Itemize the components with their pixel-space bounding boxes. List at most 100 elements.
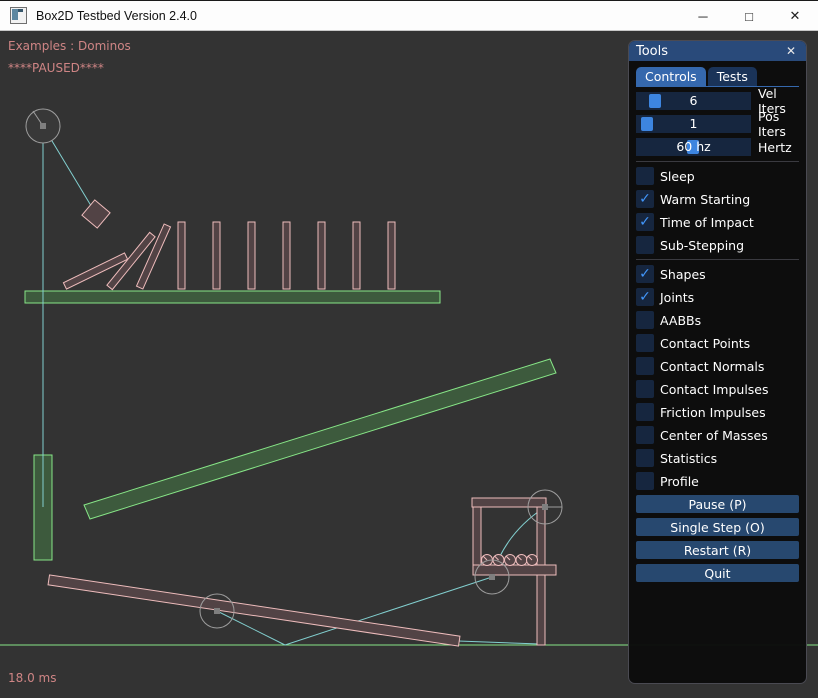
checkbox-label: Sub-Stepping — [660, 238, 744, 253]
frame-left-post — [473, 499, 481, 570]
paused-status: ****PAUSED**** — [8, 61, 104, 75]
checkbox-label: Statistics — [660, 451, 717, 466]
draw-checkbox-group: ✓ Shapes ✓ Joints AABBs Contact Points Contact… — [636, 265, 799, 490]
tools-panel-titlebar[interactable]: Tools ✕ — [629, 41, 806, 61]
checkbox-contact-impulses[interactable] — [636, 380, 654, 398]
checkbox-row-center-of-masses: Center of Masses — [636, 426, 799, 444]
checkbox-joints[interactable]: ✓ — [636, 288, 654, 306]
joint-anchor-marker — [40, 123, 46, 129]
restart-r-button[interactable]: Restart (R) — [636, 541, 799, 559]
window-titlebar: Box2D Testbed Version 2.4.0 ─ □ ✕ — [0, 0, 818, 31]
checkbox-label: Contact Points — [660, 336, 750, 351]
slider-value: 6 — [636, 92, 751, 110]
quit-button[interactable]: Quit — [636, 564, 799, 582]
domino-standing-6 — [353, 222, 360, 289]
domino-standing-1 — [178, 222, 185, 289]
checkbox-row-profile: Profile — [636, 472, 799, 490]
checkbox-row-warm-starting: ✓ Warm Starting — [636, 190, 799, 208]
frame-structure-body[interactable] — [472, 498, 556, 645]
minimize-button[interactable]: ─ — [680, 1, 726, 31]
panel-close-icon[interactable]: ✕ — [783, 43, 799, 59]
close-button[interactable]: ✕ — [772, 1, 818, 31]
slider-track-pos-iters[interactable]: 1 — [636, 115, 751, 133]
domino-standing-7 — [388, 222, 395, 289]
action-button-group: Pause (P) Single Step (O) Restart (R) Quit — [636, 495, 799, 582]
slider-label: Hertz — [758, 140, 792, 155]
static-shelf — [25, 291, 440, 303]
app-icon — [10, 7, 27, 24]
slider-track-hertz[interactable]: 60 hz — [636, 138, 751, 156]
tab-tests[interactable]: Tests — [708, 67, 757, 86]
checkbox-contact-normals[interactable] — [636, 357, 654, 375]
application-window: { "window": { "title": "Box2D Testbed Ve… — [0, 0, 818, 698]
tools-panel-title: Tools — [636, 44, 783, 59]
joint-anchor-marker — [489, 574, 495, 580]
checkbox-label: Time of Impact — [660, 215, 754, 230]
checkbox-row-friction-impulses: Friction Impulses — [636, 403, 799, 421]
checkbox-friction-impulses[interactable] — [636, 403, 654, 421]
slider-row-vel-iters: 6Vel Iters — [636, 92, 799, 110]
checkmark-icon: ✓ — [639, 190, 651, 208]
maximize-button[interactable]: □ — [726, 1, 772, 31]
checkmark-icon: ✓ — [639, 288, 651, 306]
single-step-o-button[interactable]: Single Step (O) — [636, 518, 799, 536]
checkbox-label: Friction Impulses — [660, 405, 766, 420]
tab-controls[interactable]: Controls — [636, 67, 706, 86]
checkbox-label: Contact Impulses — [660, 382, 769, 397]
domino-standing-2 — [213, 222, 220, 289]
separator — [636, 161, 799, 162]
checkmark-icon: ✓ — [639, 213, 651, 231]
example-title: Examples : Dominos — [8, 39, 131, 53]
slider-label: Pos Iters — [758, 109, 799, 139]
frame-time-readout: 18.0 ms — [8, 671, 56, 685]
checkbox-row-contact-points: Contact Points — [636, 334, 799, 352]
checkbox-shapes[interactable]: ✓ — [636, 265, 654, 283]
domino-standing-3 — [248, 222, 255, 289]
seesaw-plank-body[interactable] — [48, 575, 460, 646]
checkbox-row-contact-impulses: Contact Impulses — [636, 380, 799, 398]
slider-row-pos-iters: 1Pos Iters — [636, 115, 799, 133]
checkbox-statistics[interactable] — [636, 449, 654, 467]
checkbox-profile[interactable] — [636, 472, 654, 490]
checkbox-label: AABBs — [660, 313, 701, 328]
domino-fallen-3 — [136, 224, 170, 289]
window-title: Box2D Testbed Version 2.4.0 — [36, 9, 197, 23]
joint-anchor-marker — [542, 504, 548, 510]
joint-line-ground-link — [458, 641, 540, 644]
checkbox-aabbs[interactable] — [636, 311, 654, 329]
checkbox-row-joints: ✓ Joints — [636, 288, 799, 306]
checkbox-warm-starting[interactable]: ✓ — [636, 190, 654, 208]
simulation-checkbox-group: Sleep ✓ Warm Starting ✓ Time of Impact Sub-St… — [636, 167, 799, 254]
checkbox-sub-stepping[interactable] — [636, 236, 654, 254]
slider-row-hertz: 60 hz Hertz — [636, 138, 799, 156]
checkbox-row-time-of-impact: ✓ Time of Impact — [636, 213, 799, 231]
static-angled-plank — [84, 359, 556, 519]
domino-standing-4 — [283, 222, 290, 289]
tab-bar: ControlsTests — [636, 67, 799, 86]
checkbox-row-shapes: ✓ Shapes — [636, 265, 799, 283]
standing-dominoes[interactable] — [178, 222, 395, 289]
checkbox-label: Profile — [660, 474, 699, 489]
checkbox-contact-points[interactable] — [636, 334, 654, 352]
checkbox-row-sub-stepping: Sub-Stepping — [636, 236, 799, 254]
checkbox-sleep[interactable] — [636, 167, 654, 185]
checkbox-center-of-masses[interactable] — [636, 426, 654, 444]
swinging-box-body[interactable] — [82, 200, 110, 228]
checkbox-label: Sleep — [660, 169, 695, 184]
checkbox-label: Shapes — [660, 267, 706, 282]
slider-value: 1 — [636, 115, 751, 133]
checkbox-label: Joints — [660, 290, 694, 305]
checkbox-label: Warm Starting — [660, 192, 750, 207]
pause-p-button[interactable]: Pause (P) — [636, 495, 799, 513]
joint-anchor-marker — [214, 608, 220, 614]
checkbox-time-of-impact[interactable]: ✓ — [636, 213, 654, 231]
separator — [636, 259, 799, 260]
tools-panel: Tools ✕ ControlsTests 6Vel Iters1Pos Ite… — [628, 40, 807, 684]
checkbox-label: Contact Normals — [660, 359, 764, 374]
domino-standing-5 — [318, 222, 325, 289]
fallen-dominoes[interactable] — [63, 224, 170, 290]
frame-shelf — [473, 565, 556, 575]
checkbox-row-aabbs: AABBs — [636, 311, 799, 329]
checkmark-icon: ✓ — [639, 265, 651, 283]
slider-track-vel-iters[interactable]: 6 — [636, 92, 751, 110]
